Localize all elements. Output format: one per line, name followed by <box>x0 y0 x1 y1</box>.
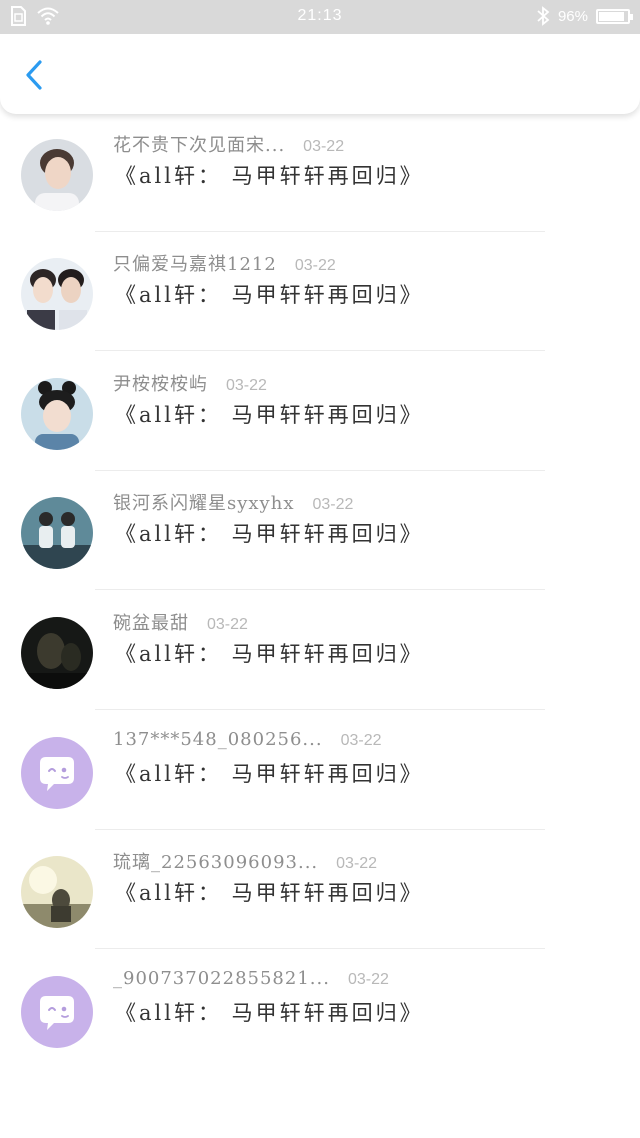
list-item[interactable]: _900737022855821... 03-22 《all轩： 马甲轩轩再回归》 <box>0 949 640 1069</box>
list-item[interactable]: 137***548_080256... 03-22 《all轩： 马甲轩轩再回归》 <box>0 710 640 830</box>
avatar[interactable] <box>21 975 93 1048</box>
item-meta: 尹桉桉桉屿 03-22 <box>113 370 267 396</box>
avatar-image <box>21 736 93 809</box>
avatar-image <box>21 258 93 331</box>
username[interactable]: 花不贵下次见面宋... <box>113 131 285 157</box>
status-bar: 21:13 96% <box>0 0 640 34</box>
username[interactable]: 碗盆最甜 <box>113 609 189 635</box>
item-meta: 琉璃_22563096093... 03-22 <box>113 848 377 874</box>
date-label: 03-22 <box>226 376 267 394</box>
username[interactable]: 137***548_080256... <box>113 729 323 750</box>
list-item[interactable]: 花不贵下次见面宋... 03-22 《all轩： 马甲轩轩再回归》 <box>0 112 640 232</box>
item-meta: 碗盆最甜 03-22 <box>113 609 248 635</box>
header-bar <box>0 34 640 114</box>
item-meta: 137***548_080256... 03-22 <box>113 729 382 750</box>
date-label: 03-22 <box>312 496 354 514</box>
status-icons-right: 96% <box>536 6 633 26</box>
story-title-link[interactable]: 《all轩： 马甲轩轩再回归》 <box>115 997 424 1027</box>
username[interactable]: 尹桉桉桉屿 <box>113 370 208 396</box>
story-title-link[interactable]: 《all轩： 马甲轩轩再回归》 <box>115 279 424 309</box>
story-title-link[interactable]: 《all轩： 马甲轩轩再回归》 <box>115 638 424 668</box>
story-title-link[interactable]: 《all轩： 马甲轩轩再回归》 <box>115 877 424 907</box>
username[interactable]: 银河系闪耀星syxyhx <box>113 489 294 515</box>
avatar[interactable] <box>21 856 93 929</box>
story-title-link[interactable]: 《all轩： 马甲轩轩再回归》 <box>115 758 424 788</box>
avatar[interactable] <box>21 138 93 211</box>
avatar-image <box>21 617 93 689</box>
story-title-link[interactable]: 《all轩： 马甲轩轩再回归》 <box>115 518 424 548</box>
date-label: 03-22 <box>294 257 336 275</box>
list-item[interactable]: 只偏爱马嘉祺1212 03-22 《all轩： 马甲轩轩再回归》 <box>0 231 640 352</box>
date-label: 03-22 <box>347 970 389 988</box>
date-label: 03-22 <box>303 137 345 155</box>
date-label: 03-22 <box>336 855 378 873</box>
list-item[interactable]: 碗盆最甜 03-22 《all轩： 马甲轩轩再回归》 <box>0 590 640 710</box>
battery-level-fill <box>599 11 624 21</box>
avatar[interactable] <box>21 497 93 570</box>
avatar-image <box>21 497 93 570</box>
avatar[interactable] <box>21 736 93 809</box>
avatar[interactable] <box>21 258 93 331</box>
date-label: 03-22 <box>340 731 382 749</box>
story-title-link[interactable]: 《all轩： 马甲轩轩再回归》 <box>115 160 424 190</box>
item-meta: 花不贵下次见面宋... 03-22 <box>113 131 344 157</box>
avatar-image <box>21 975 93 1048</box>
list-item[interactable]: 琉璃_22563096093... 03-22 《all轩： 马甲轩轩再回归》 <box>0 829 640 950</box>
item-meta: _900737022855821... 03-22 <box>113 968 389 989</box>
chevron-left-icon <box>26 60 42 90</box>
bluetooth-icon <box>537 6 550 26</box>
avatar-image <box>21 377 93 450</box>
username[interactable]: 琉璃_22563096093... <box>113 848 318 874</box>
avatar[interactable] <box>21 617 93 689</box>
username[interactable]: _900737022855821... <box>113 968 330 989</box>
list-item[interactable]: 尹桉桉桉屿 03-22 《all轩： 马甲轩轩再回归》 <box>0 351 640 471</box>
avatar[interactable] <box>21 377 93 450</box>
story-title-link[interactable]: 《all轩： 马甲轩轩再回归》 <box>115 399 424 429</box>
username[interactable]: 只偏爱马嘉祺1212 <box>113 250 277 276</box>
avatar-image <box>21 856 93 929</box>
battery-percent: 96% <box>557 7 588 25</box>
item-meta: 银河系闪耀星syxyhx 03-22 <box>113 489 353 515</box>
avatar-image <box>21 138 93 211</box>
list-item[interactable]: 银河系闪耀星syxyhx 03-22 《all轩： 马甲轩轩再回归》 <box>0 470 640 591</box>
date-label: 03-22 <box>207 616 248 633</box>
back-button[interactable] <box>18 58 52 92</box>
battery-icon <box>596 8 633 24</box>
item-meta: 只偏爱马嘉祺1212 03-22 <box>113 250 336 276</box>
